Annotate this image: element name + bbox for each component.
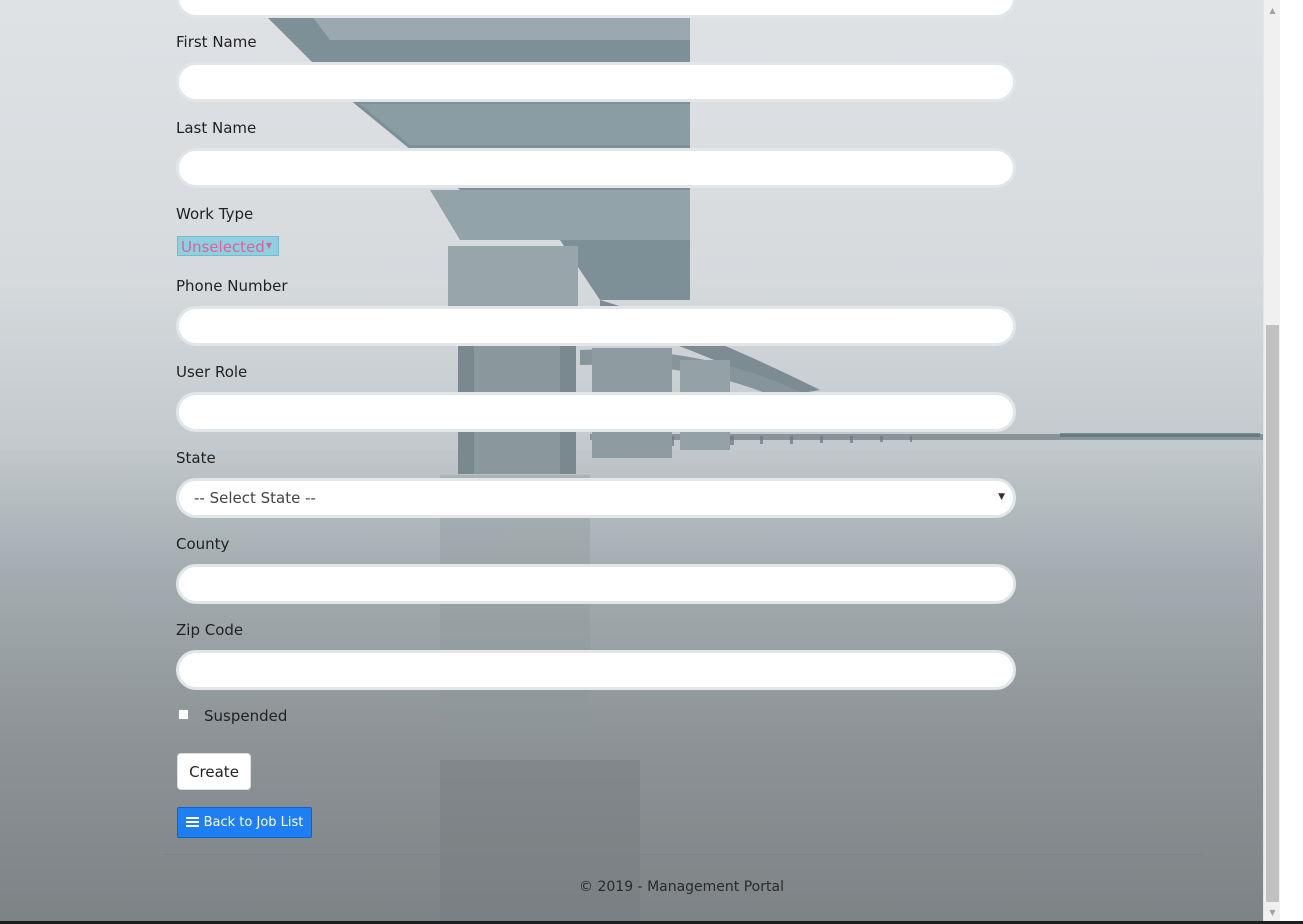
window-edge <box>1280 0 1303 921</box>
work-type-label: Work Type <box>176 205 254 223</box>
first-name-input[interactable] <box>176 62 1016 102</box>
scroll-down-arrow-icon[interactable]: ▼ <box>1264 904 1281 921</box>
user-role-label: User Role <box>176 363 248 381</box>
dropdown-arrow-icon: ▼ <box>998 492 1005 502</box>
scroll-up-arrow-icon[interactable]: ▲ <box>1264 2 1281 19</box>
scroll-thumb[interactable] <box>1266 325 1279 902</box>
phone-number-label: Phone Number <box>176 277 288 295</box>
dropdown-arrow-icon: ▼ <box>265 241 272 250</box>
suspended-label: Suspended <box>204 707 288 725</box>
phone-number-input[interactable] <box>176 306 1016 346</box>
create-button[interactable]: Create <box>177 753 251 790</box>
footer-copyright: © 2019 - Management Portal <box>579 879 784 895</box>
user-role-input[interactable] <box>176 392 1016 432</box>
list-icon <box>185 817 199 828</box>
previous-field-input[interactable] <box>176 0 1016 18</box>
suspended-checkbox[interactable] <box>178 709 189 720</box>
county-input[interactable] <box>176 564 1016 604</box>
zip-code-label: Zip Code <box>176 621 244 639</box>
county-label: County <box>176 535 230 553</box>
last-name-label: Last Name <box>176 119 257 137</box>
vertical-scrollbar[interactable]: ▲ ▼ <box>1263 0 1281 921</box>
back-to-job-list-button[interactable]: Back to Job List <box>177 807 312 838</box>
work-type-select[interactable]: Unselected ▼ <box>177 236 279 256</box>
state-select[interactable]: -- Select State -- ▼ <box>176 478 1016 518</box>
state-selected: -- Select State -- <box>194 489 316 507</box>
footer-divider <box>163 854 1203 855</box>
create-button-label: Create <box>189 762 239 781</box>
zip-code-input[interactable] <box>176 650 1016 690</box>
work-type-selected: Unselected <box>181 238 265 256</box>
page-background: First Name Last Name Work Type Unselecte… <box>0 0 1263 921</box>
back-to-job-list-label: Back to Job List <box>203 815 304 830</box>
state-label: State <box>176 449 216 467</box>
first-name-label: First Name <box>176 33 257 51</box>
last-name-input[interactable] <box>176 148 1016 188</box>
